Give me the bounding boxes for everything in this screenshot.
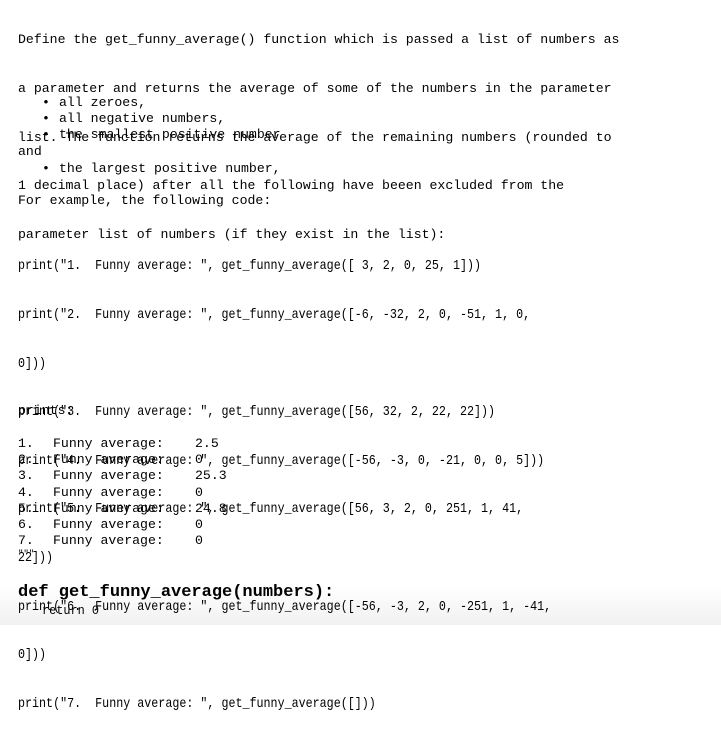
prints-label: prints:: [18, 403, 74, 418]
output-row: 1. Funny average: 2.5: [18, 436, 227, 452]
exclusion-item: • all negative numbers,: [18, 111, 281, 127]
exclusion-list: • all zeroes, • all negative numbers, • the…: [18, 95, 281, 144]
output-row: 4. Funny average: 0: [18, 485, 227, 501]
exclusion-text: the smallest positive number: [59, 127, 281, 143]
description-line: 1 decimal place) after all the following…: [18, 178, 565, 194]
expected-output-list: 1. Funny average: 2.5 2. Funny average: 0 3.…: [18, 436, 227, 549]
code-line: print("7. Funny average: ", get_funny_av…: [18, 696, 376, 712]
output-label: Funny average:: [53, 468, 164, 484]
exclusion-list-continued: • the largest positive number,: [18, 161, 281, 177]
output-value: 0: [195, 484, 203, 500]
function-signature: def get_funny_average(numbers):: [18, 583, 335, 602]
output-number: 3.: [18, 468, 34, 484]
output-row: 7. Funny average: 0: [18, 533, 227, 549]
output-label: Funny average:: [53, 517, 164, 533]
output-label: Funny average:: [53, 452, 164, 468]
exclusion-item: • the smallest positive number: [18, 127, 281, 143]
output-value: 2.5: [195, 436, 219, 451]
and-conjunction: and: [18, 144, 42, 159]
exclusion-text: all negative numbers,: [59, 111, 226, 127]
closing-docstring-quotes: """: [18, 549, 35, 559]
code-line: 0])): [18, 356, 47, 372]
exclusion-text: the largest positive number,: [59, 161, 281, 176]
output-value: 24.8: [195, 500, 227, 516]
bullet-icon: •: [42, 127, 50, 143]
code-line: print("3. Funny average: ", get_funny_av…: [18, 405, 496, 421]
output-number: 6.: [18, 517, 34, 533]
output-label: Funny average:: [53, 484, 164, 500]
code-line: print("1. Funny average: ", get_funny_av…: [18, 259, 482, 275]
code-line: 0])): [18, 648, 47, 664]
output-number: 2.: [18, 452, 34, 468]
bullet-icon: •: [42, 95, 50, 110]
output-number: 1.: [18, 436, 34, 451]
exclusion-item: • the largest positive number,: [18, 161, 281, 177]
exclusion-text: all zeroes,: [59, 95, 147, 110]
bullet-icon: •: [42, 111, 50, 127]
output-number: 4.: [18, 484, 34, 500]
function-body: return 0: [42, 603, 99, 618]
output-value: 0: [195, 533, 203, 549]
code-line: print("2. Funny average: ", get_funny_av…: [18, 308, 531, 324]
output-value: 0: [195, 452, 203, 468]
bullet-icon: •: [42, 161, 50, 176]
description-line: Define the get_funny_average() function …: [18, 32, 620, 48]
output-row: 2. Funny average: 0: [18, 452, 227, 468]
output-row: 3. Funny average: 25.3: [18, 468, 227, 484]
output-row: 5. Funny average: 24.8: [18, 501, 227, 517]
output-label: Funny average:: [53, 500, 164, 516]
output-label: Funny average:: [53, 533, 164, 549]
output-row: 6. Funny average: 0: [18, 517, 227, 533]
exclusion-item: • all zeroes,: [18, 95, 281, 111]
output-value: 25.3: [195, 468, 227, 484]
output-number: 7.: [18, 533, 34, 549]
example-intro: For example, the following code:: [18, 193, 272, 208]
code-line: 22])): [18, 551, 54, 567]
output-value: 0: [195, 517, 203, 533]
output-label: Funny average:: [53, 436, 164, 451]
output-number: 5.: [18, 500, 34, 516]
